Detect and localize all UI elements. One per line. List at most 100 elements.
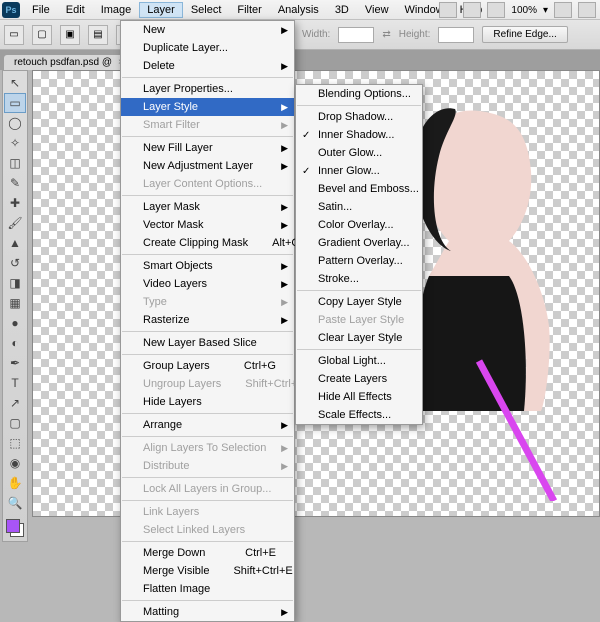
tool-preset-icon[interactable]: ▭ (4, 25, 24, 45)
camera-tool[interactable]: ◉ (4, 453, 26, 473)
menu-image[interactable]: Image (93, 2, 140, 18)
add-selection-icon[interactable]: ▣ (60, 25, 80, 45)
style-menu-item[interactable]: Outer Glow... (296, 144, 422, 162)
lasso-tool[interactable]: ◯ (4, 113, 26, 133)
layer-menu-item[interactable]: Group LayersCtrl+G (121, 357, 294, 375)
marquee-tool[interactable]: ▭ (4, 93, 26, 113)
menu-layer[interactable]: Layer (139, 2, 183, 18)
crop-tool[interactable]: ◫ (4, 153, 26, 173)
document-tab[interactable]: retouch psdfan.psd @ × (4, 55, 134, 70)
eraser-tool[interactable]: ◨ (4, 273, 26, 293)
layer-menu-item[interactable]: Vector Mask▶ (121, 216, 294, 234)
check-icon: ✓ (302, 130, 310, 141)
layer-menu-item[interactable]: Flatten Image (121, 580, 294, 598)
blur-tool[interactable]: ● (4, 313, 26, 333)
style-menu-label: Paste Layer Style (318, 314, 404, 326)
gradient-tool[interactable]: ▦ (4, 293, 26, 313)
height-label: Height: (399, 29, 431, 40)
type-tool[interactable]: T (4, 373, 26, 393)
layer-menu-item[interactable]: Matting▶ (121, 603, 294, 621)
layer-menu-label: Ungroup Layers (143, 378, 221, 390)
layer-menu-item[interactable]: Merge VisibleShift+Ctrl+E (121, 562, 294, 580)
layer-menu-item[interactable]: New Layer Based Slice (121, 334, 294, 352)
menu-3d[interactable]: 3D (327, 2, 357, 18)
style-menu-item[interactable]: Stroke... (296, 270, 422, 288)
style-menu-item[interactable]: Global Light... (296, 352, 422, 370)
document-title: retouch psdfan.psd @ (14, 57, 112, 68)
layer-menu-item[interactable]: Smart Objects▶ (121, 257, 294, 275)
layer-menu-item[interactable]: Arrange▶ (121, 416, 294, 434)
layer-menu-item[interactable]: Layer Properties... (121, 80, 294, 98)
style-menu-item[interactable]: ✓Inner Shadow... (296, 126, 422, 144)
brush-tool[interactable]: 🖌 (4, 213, 26, 233)
width-input[interactable] (338, 27, 374, 43)
style-menu-item[interactable]: ✓Inner Glow... (296, 162, 422, 180)
path-tool[interactable]: ↗ (4, 393, 26, 413)
workspace-switcher-icon[interactable] (578, 2, 596, 18)
style-menu-item[interactable]: Color Overlay... (296, 216, 422, 234)
arrange-icon[interactable] (487, 2, 505, 18)
style-menu-item[interactable]: Copy Layer Style (296, 293, 422, 311)
style-menu-item[interactable]: Clear Layer Style (296, 329, 422, 347)
layer-menu-item[interactable]: Layer Style▶ (121, 98, 294, 116)
menu-view[interactable]: View (357, 2, 397, 18)
zoom-tool[interactable]: 🔍 (4, 493, 26, 513)
layer-menu-item: Align Layers To Selection▶ (121, 439, 294, 457)
menu-edit[interactable]: Edit (58, 2, 93, 18)
menu-file[interactable]: File (24, 2, 58, 18)
layer-menu-label: Lock All Layers in Group... (143, 483, 271, 495)
layer-menu-item[interactable]: Rasterize▶ (121, 311, 294, 329)
style-menu-item[interactable]: Create Layers (296, 370, 422, 388)
menu-filter[interactable]: Filter (229, 2, 269, 18)
style-menu-item[interactable]: Drop Shadow... (296, 108, 422, 126)
new-selection-icon[interactable]: ▢ (32, 25, 52, 45)
submenu-arrow-icon: ▶ (281, 61, 288, 72)
wand-tool[interactable]: ✧ (4, 133, 26, 153)
style-menu-label: Inner Glow... (318, 165, 380, 177)
style-menu-item[interactable]: Scale Effects... (296, 406, 422, 424)
layer-menu-item[interactable]: New▶ (121, 21, 294, 39)
layer-menu-label: Layer Mask (143, 201, 200, 213)
zoom-level[interactable]: 100% (511, 5, 537, 16)
shape-tool[interactable]: ▢ (4, 413, 26, 433)
pen-tool[interactable]: ✒ (4, 353, 26, 373)
layer-menu-item[interactable]: Video Layers▶ (121, 275, 294, 293)
layer-menu-item: Smart Filter▶ (121, 116, 294, 134)
layer-menu-item[interactable]: New Adjustment Layer▶ (121, 157, 294, 175)
submenu-arrow-icon: ▶ (281, 102, 288, 113)
menu-analysis[interactable]: Analysis (270, 2, 327, 18)
layer-menu-item[interactable]: New Fill Layer▶ (121, 139, 294, 157)
menu-select[interactable]: Select (183, 2, 230, 18)
healing-tool[interactable]: ✚ (4, 193, 26, 213)
screen-mode-icon[interactable] (554, 2, 572, 18)
history-brush-tool[interactable]: ↺ (4, 253, 26, 273)
layer-menu-item[interactable]: Duplicate Layer... (121, 39, 294, 57)
subtract-selection-icon[interactable]: ▤ (88, 25, 108, 45)
style-menu-item[interactable]: Satin... (296, 198, 422, 216)
view-extras-icon[interactable] (463, 2, 481, 18)
launch-bridge-icon[interactable] (439, 2, 457, 18)
move-tool[interactable]: ↖ (4, 73, 26, 93)
layer-menu-item[interactable]: Layer Mask▶ (121, 198, 294, 216)
stamp-tool[interactable]: ▲ (4, 233, 26, 253)
layer-menu-item[interactable]: Hide Layers (121, 393, 294, 411)
height-input[interactable] (438, 27, 474, 43)
swap-dims-icon[interactable]: ⇄ (382, 29, 390, 40)
style-menu-item[interactable]: Hide All Effects (296, 388, 422, 406)
top-controls: 100%▾ (439, 2, 596, 18)
toolbox: ↖▭◯✧◫✎✚🖌▲↺◨▦●◐✒T↗▢⬚◉✋🔍 (2, 70, 28, 542)
color-swatch[interactable] (4, 517, 26, 539)
dodge-tool[interactable]: ◐ (4, 333, 26, 353)
eyedropper-tool[interactable]: ✎ (4, 173, 26, 193)
style-menu-item[interactable]: Pattern Overlay... (296, 252, 422, 270)
layer-menu-item[interactable]: Delete▶ (121, 57, 294, 75)
hand-tool[interactable]: ✋ (4, 473, 26, 493)
layer-menu-item[interactable]: Merge DownCtrl+E (121, 544, 294, 562)
layer-menu-item[interactable]: Create Clipping MaskAlt+Ctrl+G (121, 234, 294, 252)
style-menu-item[interactable]: Gradient Overlay... (296, 234, 422, 252)
style-menu-item[interactable]: Blending Options... (296, 85, 422, 103)
style-menu-item[interactable]: Bevel and Emboss... (296, 180, 422, 198)
shortcut: Shift+Ctrl+G (221, 378, 306, 390)
refine-edge-button[interactable]: Refine Edge... (482, 26, 567, 43)
3d-tool[interactable]: ⬚ (4, 433, 26, 453)
